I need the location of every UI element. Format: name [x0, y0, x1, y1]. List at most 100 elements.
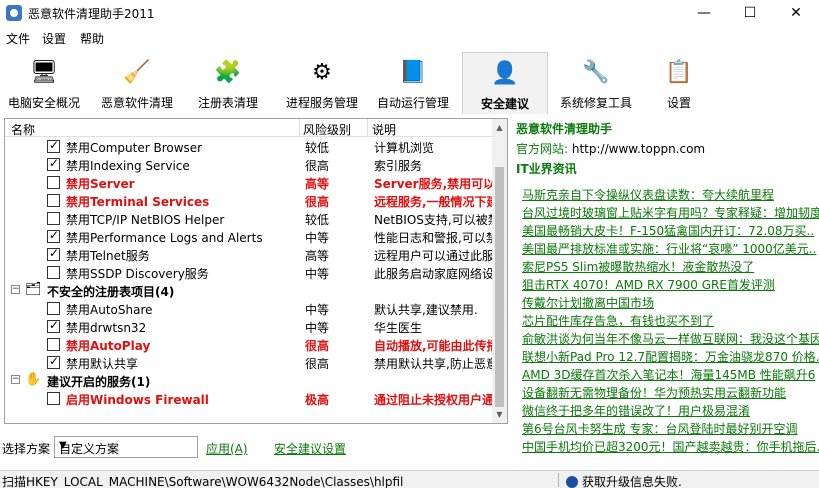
menu-settings[interactable]: 设置 [42, 30, 66, 47]
list-item[interactable]: 禁用drwtsn32 中等 华生医生 [5, 317, 493, 335]
tab-registry-clean[interactable]: 🧩 注册表清理 [188, 52, 268, 114]
item-desc: 索引服务 [374, 159, 423, 173]
list-item[interactable]: 禁用默认共享 很高 禁用默认共享,防止恶意 [5, 353, 493, 371]
group-row[interactable]: − 🗂 不安全的注册表项目(4) [5, 281, 493, 299]
list-item[interactable]: 禁用TCP/IP NetBIOS Helper 较低 NetBIOS支持,可以被… [5, 209, 493, 227]
news-link[interactable]: 微信终于把多年的错误改了！用户极易混淆 [522, 402, 819, 420]
item-checkbox[interactable] [47, 176, 60, 189]
news-link[interactable]: 美国最畅销大皮卡！F-150猛禽国内开订：72.08万买.. [522, 222, 819, 240]
item-checkbox[interactable] [47, 246, 60, 261]
scroll-up-icon[interactable]: ▲ [492, 119, 507, 136]
tab-malware-clean[interactable]: 🧹 恶意软件清理 [92, 52, 182, 114]
column-divider[interactable] [367, 119, 368, 137]
news-link[interactable]: 传戴尔计划撤离中国市场 [522, 294, 819, 312]
list-item[interactable]: 禁用SSDP Discovery服务 中等 此服务启动家庭网络设备 [5, 263, 493, 281]
site-url[interactable]: http://www.toppn.com [572, 142, 705, 156]
news-link[interactable]: 马斯克亲自下令操纵仪表盘读数：夸大续航里程 [522, 186, 819, 204]
column-name-header[interactable]: 名称 [11, 121, 35, 138]
list-item[interactable]: 禁用AutoShare 中等 默认共享,建议禁用. [5, 299, 493, 317]
item-checkbox[interactable] [47, 354, 60, 369]
tab-label: 设置 [666, 96, 691, 110]
tab-settings[interactable]: 📋 设置 [648, 52, 710, 114]
tab-label: 恶意软件清理 [100, 96, 173, 110]
item-desc: 远程服务,一般情况下建 [374, 195, 492, 209]
menu-help[interactable]: 帮助 [80, 30, 104, 47]
item-checkbox[interactable] [47, 338, 60, 351]
list-item[interactable]: 禁用Computer Browser 较低 计算机浏览 [5, 137, 493, 155]
tab-autorun[interactable]: 📘 自动运行管理 [370, 52, 456, 114]
settings-checklist-icon: 📋 [665, 60, 693, 85]
news-link[interactable]: 美国最严排放标准或实施：行业将“哀嚎” 1000亿美元.. [522, 240, 819, 258]
item-risk: 极高 [305, 393, 330, 407]
news-link[interactable]: AMD 3D缓存首次杀入笔记本！海量145MB 性能飙升6 [522, 366, 819, 384]
security-settings-link[interactable]: 安全建议设置 [274, 440, 346, 457]
list-item[interactable]: 禁用AutoPlay 很高 自动播放,可能由此传播 [5, 335, 493, 353]
scheme-select[interactable]: 自定义方案 ▼ [54, 436, 198, 458]
scheme-label: 选择方案 [2, 442, 51, 456]
item-desc: Server服务,禁用可以禁 [374, 177, 492, 191]
news-link[interactable]: 俞敏洪谈为何当年不像马云一样做互联网：我没这个基因 [522, 330, 819, 348]
list-item[interactable]: 禁用Indexing Service 很高 索引服务 [5, 155, 493, 173]
hand-service-icon: ✋ [25, 372, 42, 387]
globe-status-icon [566, 476, 578, 488]
list-item[interactable]: 禁用Terminal Services 很高 远程服务,一般情况下建 [5, 191, 493, 209]
status-bar: 扫描HKEY_LOCAL_MACHINE\Software\WOW6432Nod… [0, 470, 819, 488]
tab-process-service[interactable]: ⚙ 进程服务管理 [278, 52, 366, 114]
news-link[interactable]: 第6号台风卡努生成 专家：台风登陆时最好别开空调 [522, 420, 819, 438]
maximize-button[interactable]: ☐ [727, 0, 773, 26]
news-link[interactable]: 中国手机均价已超3200元！国产越卖越贵：你手机拖后.. [522, 438, 819, 456]
scheme-bar: 选择方案 自定义方案 ▼ 应用(A) 安全建议设置 [0, 436, 510, 458]
tab-computer-overview[interactable]: 🖥 电脑安全概况 [2, 52, 86, 114]
collapse-toggle-icon[interactable]: − [11, 285, 20, 294]
item-desc: 通过阻止未授权用户通过 [374, 393, 492, 407]
news-link[interactable]: 芯片配件库存告急，有钱也买不到了 [522, 312, 819, 330]
scroll-down-icon[interactable]: ▼ [492, 406, 507, 423]
list-scrollbar[interactable]: ▲ ▼ [492, 119, 507, 423]
list-item[interactable]: 启用Windows Firewall 极高 通过阻止未授权用户通过 [5, 389, 493, 407]
menu-file[interactable]: 文件 [6, 30, 30, 47]
item-checkbox[interactable] [47, 138, 60, 153]
scroll-thumb[interactable] [495, 167, 504, 407]
column-risk-header[interactable]: 风险级别 [303, 121, 351, 138]
column-divider[interactable] [299, 119, 300, 137]
tab-repair-tools[interactable]: 🔧 系统修复工具 [556, 52, 636, 114]
app-logo-icon [6, 5, 22, 21]
group-row[interactable]: − ✋ 建议开启的服务(1) [5, 371, 493, 389]
item-checkbox[interactable] [47, 266, 60, 279]
item-name: 禁用SSDP Discovery服务 [66, 267, 209, 281]
item-risk: 中等 [305, 303, 330, 317]
item-checkbox[interactable] [47, 302, 60, 315]
close-button[interactable]: ✕ [773, 0, 819, 26]
item-checkbox[interactable] [47, 228, 60, 243]
item-checkbox[interactable] [47, 212, 60, 225]
item-checkbox[interactable] [47, 194, 60, 207]
item-name: 禁用默认共享 [66, 357, 139, 371]
item-checkbox[interactable] [47, 318, 60, 333]
item-desc: NetBIOS支持,可以被禁 [374, 213, 492, 227]
list-item[interactable]: 禁用Performance Logs and Alerts 中等 性能日志和警报… [5, 227, 493, 245]
tab-label: 进程服务管理 [285, 96, 358, 110]
news-link[interactable]: 台风过境时玻璃窗上贴米字有用吗？专家释疑：增加韧度 [522, 204, 819, 222]
apply-link[interactable]: 应用(A) [206, 440, 248, 457]
list-item[interactable]: 禁用Telnet服务 高等 远程用户可以通过此服务 [5, 245, 493, 263]
news-heading: IT业界资讯 [516, 162, 577, 176]
collapse-toggle-icon[interactable]: − [11, 375, 20, 384]
item-desc: 远程用户可以通过此服务 [374, 249, 492, 263]
news-link[interactable]: 狙击RTX 4070！AMD RX 7900 GRE首发评测 [522, 276, 819, 294]
registry-icon: 🧩 [214, 60, 242, 85]
item-checkbox[interactable] [47, 392, 60, 405]
item-name: 禁用Server [66, 177, 135, 191]
site-label: 官方网站: [516, 142, 569, 156]
news-link[interactable]: 联想小新Pad Pro 12.7配置揭晓：万金油骁龙870 价格.. [522, 348, 819, 366]
list-item[interactable]: 禁用Server 高等 Server服务,禁用可以禁 [5, 173, 493, 191]
news-link[interactable]: 索尼PS5 Slim被曝散热缩水！液金散热没了 [522, 258, 819, 276]
item-name: 禁用Telnet服务 [66, 249, 150, 263]
item-checkbox[interactable] [47, 156, 60, 171]
tab-security-advice[interactable]: 👤 安全建议 [462, 52, 548, 114]
item-name: 禁用Indexing Service [66, 159, 190, 173]
list-header: 名称 风险级别 说明 [5, 119, 493, 137]
window-title: 恶意软件清理助手2011 [28, 7, 155, 21]
minimize-button[interactable]: — [681, 0, 727, 26]
column-desc-header[interactable]: 说明 [372, 121, 396, 138]
news-link[interactable]: 设备翻新无需物理备份！华为预热实用云翻新功能 [522, 384, 819, 402]
